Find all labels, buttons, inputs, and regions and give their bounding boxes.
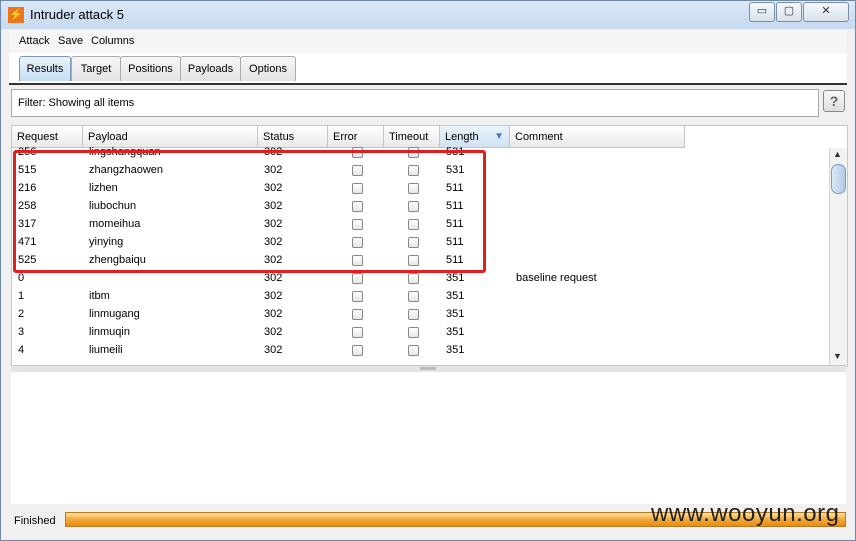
tab-target[interactable]: Target [71,56,121,81]
checkbox-timeout [408,345,419,356]
checkbox-timeout [408,291,419,302]
table-row[interactable]: 2 linmugang 302 351 [12,306,685,324]
header-filler [685,126,829,148]
scroll-down-icon[interactable]: ▼ [833,351,842,361]
checkbox-timeout [408,327,419,338]
maximize-button[interactable]: ▢ [776,2,802,22]
scroll-up-icon[interactable]: ▲ [833,149,842,159]
cell-payload: liumeili [89,344,123,356]
splitter-grip[interactable] [420,367,436,370]
cell-status: 302 [264,308,283,320]
cell-request: 4 [18,344,25,356]
watermark: www.wooyun.org [651,500,840,527]
filter-label: Filter: Showing all items [18,97,135,109]
filter-bar[interactable]: Filter: Showing all items [11,89,819,117]
cell-request: 2 [18,308,25,320]
cell-comment: baseline request [516,272,597,284]
column-header-length-label: Length [445,131,479,143]
checkbox-error [352,327,363,338]
cell-payload: linmugang [89,308,140,320]
tab-results[interactable]: Results [19,56,71,81]
menu-columns[interactable]: Columns [91,35,134,47]
intruder-window: ⚡ Intruder attack 5 ▭ ▢ ✕ Attack Save Co… [0,0,856,541]
highlight-box [13,150,486,273]
menu-attack[interactable]: Attack [19,35,50,47]
title-bar[interactable]: ⚡ Intruder attack 5 ▭ ▢ ✕ [1,1,855,29]
detail-pane [11,372,846,504]
tab-payloads[interactable]: Payloads [180,56,241,81]
menu-save[interactable]: Save [58,35,83,47]
table-row[interactable]: 1 itbm 302 351 [12,288,685,306]
close-button[interactable]: ✕ [803,2,849,22]
cell-length: 351 [446,344,465,356]
minimize-button[interactable]: ▭ [749,2,775,22]
vertical-scrollbar[interactable]: ▲ ▼ [829,148,847,365]
checkbox-timeout [408,273,419,284]
checkbox-error [352,291,363,302]
cell-length: 351 [446,308,465,320]
burp-intruder-icon: ⚡ [8,7,24,23]
checkbox-timeout [408,309,419,320]
tab-strip: Results Target Positions Payloads Option… [9,53,847,85]
cell-length: 351 [446,290,465,302]
cell-status: 302 [264,272,283,284]
cell-request: 1 [18,290,25,302]
table-row[interactable]: 4 liumeili 302 351 [12,342,685,360]
cell-request: 3 [18,326,25,338]
help-button[interactable]: ? [823,90,845,112]
cell-payload: itbm [89,290,110,302]
checkbox-error [352,345,363,356]
tab-options[interactable]: Options [240,56,296,81]
cell-payload: linmuqin [89,326,130,338]
window-title: Intruder attack 5 [30,7,124,22]
checkbox-error [352,309,363,320]
cell-request: 0 [18,272,25,284]
cell-length: 351 [446,272,465,284]
cell-length: 351 [446,326,465,338]
cell-status: 302 [264,326,283,338]
menu-bar: Attack Save Columns [9,30,847,54]
table-row[interactable]: 3 linmuqin 302 351 [12,324,685,342]
scrollbar-thumb[interactable] [831,164,846,194]
status-text: Finished [14,515,56,527]
checkbox-error [352,273,363,284]
cell-status: 302 [264,290,283,302]
cell-status: 302 [264,344,283,356]
tab-positions[interactable]: Positions [120,56,181,81]
